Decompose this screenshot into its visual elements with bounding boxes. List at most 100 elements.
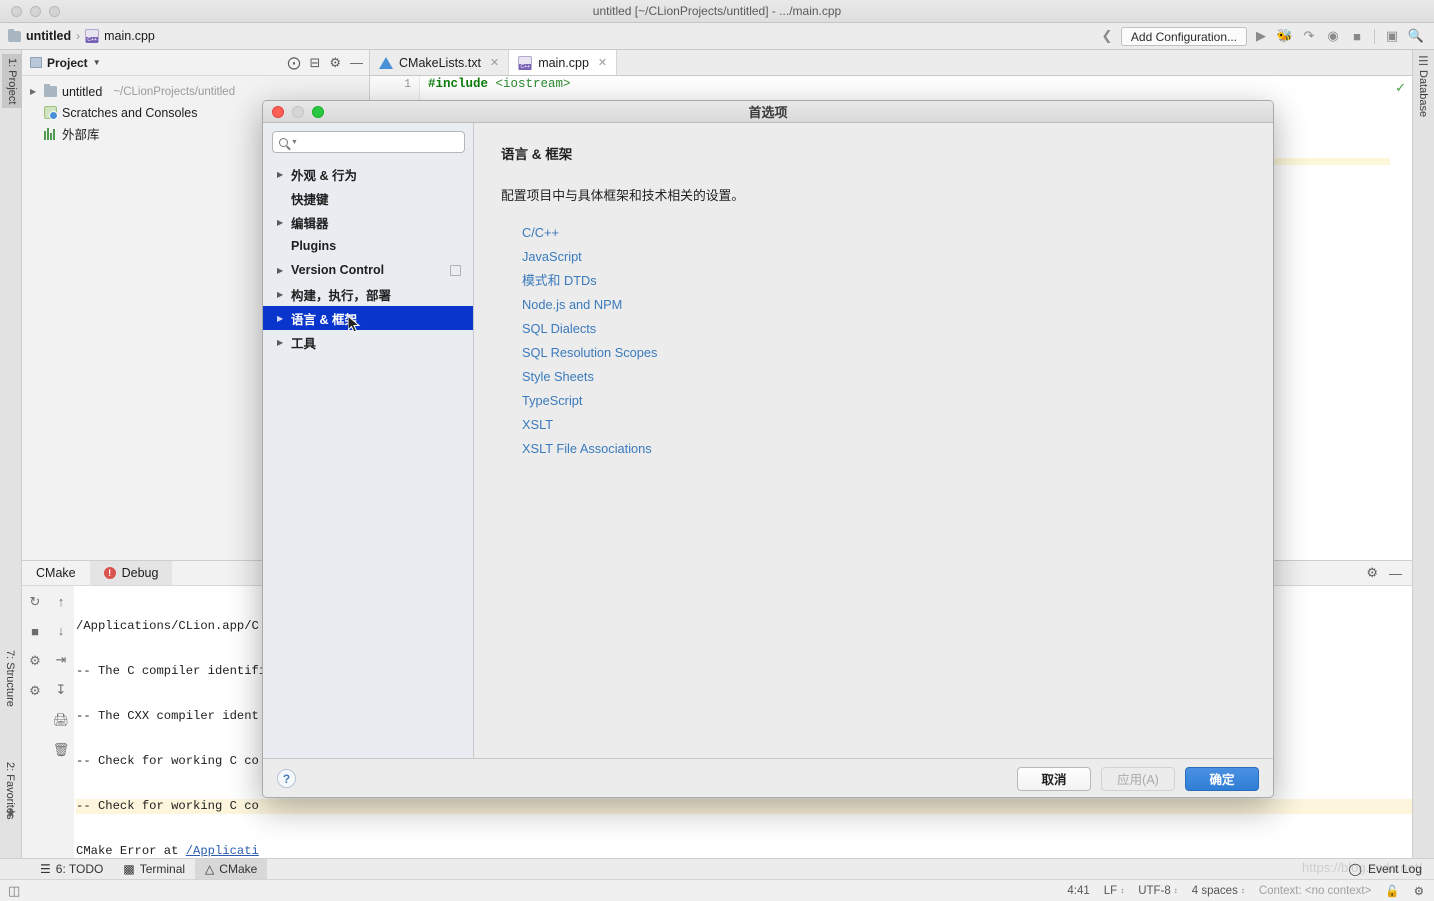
terminal-icon: ▩ bbox=[123, 862, 135, 876]
link-nodejs-npm[interactable]: Node.js and NPM bbox=[522, 295, 1273, 315]
run-with-coverage-icon[interactable]: ↷ bbox=[1299, 26, 1319, 46]
soft-wrap-icon[interactable]: ⇥ bbox=[56, 652, 67, 668]
breadcrumb-project[interactable]: untitled bbox=[26, 29, 71, 43]
preferences-content: 语言 & 框架 配置项目中与具体框架和技术相关的设置。 C/C++ JavaSc… bbox=[474, 123, 1273, 758]
close-icon[interactable]: ✕ bbox=[490, 56, 499, 69]
gear-icon[interactable]: ⚙ bbox=[329, 56, 341, 69]
line-separator-selector[interactable]: LF ↕ bbox=[1104, 885, 1124, 897]
stop-icon[interactable]: ■ bbox=[31, 624, 39, 639]
status-tab-cmake[interactable]: △ CMake bbox=[195, 858, 268, 880]
status-tab-terminal[interactable]: ▩ Terminal bbox=[113, 859, 195, 880]
scroll-down-icon[interactable]: ↓ bbox=[58, 623, 65, 638]
status-tab-label: CMake bbox=[219, 862, 258, 876]
chevron-down-icon[interactable]: ▼ bbox=[291, 139, 298, 146]
search-input[interactable]: ▼ bbox=[272, 131, 465, 153]
stop-icon[interactable]: ■ bbox=[1347, 26, 1367, 46]
link-sql-dialects[interactable]: SQL Dialects bbox=[522, 319, 1273, 339]
close-icon[interactable]: ✕ bbox=[598, 56, 607, 69]
favorites-star-icon[interactable]: ★ bbox=[5, 805, 17, 821]
pref-item-version-control[interactable]: ▶ Version Control bbox=[263, 258, 473, 282]
gear-icon[interactable]: ⚙ bbox=[1366, 565, 1378, 581]
pref-item-editor[interactable]: ▶ 编辑器 bbox=[263, 210, 473, 234]
window-zoom-button[interactable] bbox=[49, 5, 60, 17]
link-style-sheets[interactable]: Style Sheets bbox=[522, 367, 1273, 387]
hide-icon[interactable]: — bbox=[1389, 566, 1402, 581]
caret-position[interactable]: 4:41 bbox=[1067, 885, 1089, 897]
unlocked-icon[interactable]: 🔓 bbox=[1385, 884, 1399, 898]
search-icon bbox=[279, 137, 288, 147]
ok-button[interactable]: 确定 bbox=[1185, 766, 1259, 791]
gear-icon[interactable]: ⚙ bbox=[29, 683, 41, 699]
tab-cmakelists[interactable]: CMakeLists.txt ✕ bbox=[370, 50, 510, 75]
link-javascript[interactable]: JavaScript bbox=[522, 247, 1273, 267]
scroll-to-end-icon[interactable]: ↧ bbox=[56, 682, 67, 698]
pref-item-build-execution-deployment[interactable]: ▶ 构建，执行，部署 bbox=[263, 282, 473, 306]
chevron-right-icon[interactable]: ▶ bbox=[277, 290, 291, 299]
hide-icon[interactable]: — bbox=[350, 56, 363, 69]
link-sql-resolution-scopes[interactable]: SQL Resolution Scopes bbox=[522, 343, 1273, 363]
pref-item-plugins[interactable]: Plugins bbox=[263, 234, 473, 258]
trash-icon[interactable]: 🗑 bbox=[53, 742, 70, 758]
balloon-icon: ◯ bbox=[1348, 862, 1362, 876]
sidebar-item-structure[interactable]: 7: Structure bbox=[4, 650, 16, 707]
link-typescript[interactable]: TypeScript bbox=[522, 391, 1273, 411]
terminal-icon[interactable]: ▣ bbox=[1382, 26, 1402, 46]
breadcrumb[interactable]: untitled › main.cpp bbox=[0, 28, 155, 43]
window-titlebar: untitled [~/CLionProjects/untitled] - ..… bbox=[0, 0, 1434, 23]
window-traffic-lights[interactable] bbox=[0, 5, 60, 17]
chevron-right-icon[interactable]: ▶ bbox=[277, 314, 291, 323]
collapse-all-icon[interactable]: ⊟ bbox=[309, 56, 320, 69]
back-arrow-icon[interactable]: ❮ bbox=[1097, 26, 1117, 46]
cancel-button[interactable]: 取消 bbox=[1017, 766, 1091, 791]
debug-icon[interactable]: 🐝 bbox=[1275, 26, 1295, 46]
chevron-right-icon[interactable]: ▶ bbox=[30, 87, 36, 96]
pref-item-label: 外观 & 行为 bbox=[291, 168, 357, 183]
pref-item-tools[interactable]: ▶ 工具 bbox=[263, 330, 473, 354]
tab-main-cpp[interactable]: main.cpp ✕ bbox=[509, 50, 618, 75]
chevron-right-icon[interactable]: ▶ bbox=[277, 266, 291, 275]
window-close-button[interactable] bbox=[11, 5, 22, 17]
status-tab-label: Terminal bbox=[139, 862, 186, 876]
tab-cmake[interactable]: CMake bbox=[22, 561, 90, 585]
inspections-icon[interactable]: ⚙ bbox=[1414, 884, 1424, 898]
help-button[interactable]: ? bbox=[277, 769, 296, 788]
tab-debug[interactable]: ! Debug bbox=[89, 561, 173, 585]
window-minimize-button[interactable] bbox=[30, 5, 41, 17]
profile-icon[interactable]: ◉ bbox=[1323, 26, 1343, 46]
chevron-right-icon[interactable]: ▶ bbox=[277, 338, 291, 347]
print-icon[interactable]: 🖨 bbox=[53, 712, 70, 728]
event-log-button[interactable]: ◯ Event Log bbox=[1349, 862, 1434, 876]
inspection-ok-icon[interactable]: ✓ bbox=[1395, 80, 1406, 96]
add-configuration-button[interactable]: Add Configuration... bbox=[1120, 26, 1247, 46]
encoding-selector[interactable]: UTF-8 ↕ bbox=[1138, 885, 1178, 897]
chevron-down-icon[interactable]: ▼ bbox=[93, 58, 101, 67]
chevron-updown-icon: ↕ bbox=[1240, 885, 1245, 895]
project-panel-title: Project bbox=[47, 55, 88, 70]
pref-item-languages-frameworks[interactable]: ▶ 语言 & 框架 bbox=[263, 306, 473, 330]
context-indicator[interactable]: Context: <no context> bbox=[1259, 885, 1372, 897]
pref-item-keymap[interactable]: 快捷键 bbox=[263, 186, 473, 210]
pref-item-appearance-behavior[interactable]: ▶ 外观 & 行为 bbox=[263, 162, 473, 186]
run-icon[interactable]: ▶ bbox=[1251, 26, 1271, 46]
tree-node-untitled[interactable]: ▶ untitled ~/CLionProjects/untitled bbox=[22, 81, 369, 102]
link-xslt[interactable]: XSLT bbox=[522, 415, 1273, 435]
link-xslt-file-associations[interactable]: XSLT File Associations bbox=[522, 439, 1273, 459]
locate-icon[interactable]: ⨀ bbox=[287, 56, 300, 69]
todo-icon: ☰ bbox=[40, 862, 51, 876]
chevron-right-icon[interactable]: ▶ bbox=[277, 170, 291, 179]
memory-indicator-icon[interactable]: ◫ bbox=[0, 883, 20, 899]
console-link[interactable]: /Applicati bbox=[186, 844, 259, 858]
status-tab-todo[interactable]: ☰ 6: TODO bbox=[30, 859, 113, 880]
copy-icon[interactable] bbox=[450, 264, 461, 276]
link-schemas-dtds[interactable]: 模式和 DTDs bbox=[522, 271, 1273, 291]
scroll-up-icon[interactable]: ↑ bbox=[58, 594, 65, 609]
chevron-right-icon[interactable]: ▶ bbox=[277, 218, 291, 227]
cmake-settings-icon[interactable]: ⚙ bbox=[29, 653, 41, 669]
link-c-cpp[interactable]: C/C++ bbox=[522, 223, 1273, 243]
sidebar-item-database[interactable]: Database bbox=[1417, 70, 1429, 117]
breadcrumb-file[interactable]: main.cpp bbox=[104, 29, 155, 43]
rerun-icon[interactable]: ↻ bbox=[30, 594, 41, 610]
sidebar-item-project[interactable]: 1: Project bbox=[2, 54, 22, 109]
search-everywhere-icon[interactable]: 🔍 bbox=[1406, 26, 1426, 46]
indent-selector[interactable]: 4 spaces ↕ bbox=[1192, 885, 1245, 897]
